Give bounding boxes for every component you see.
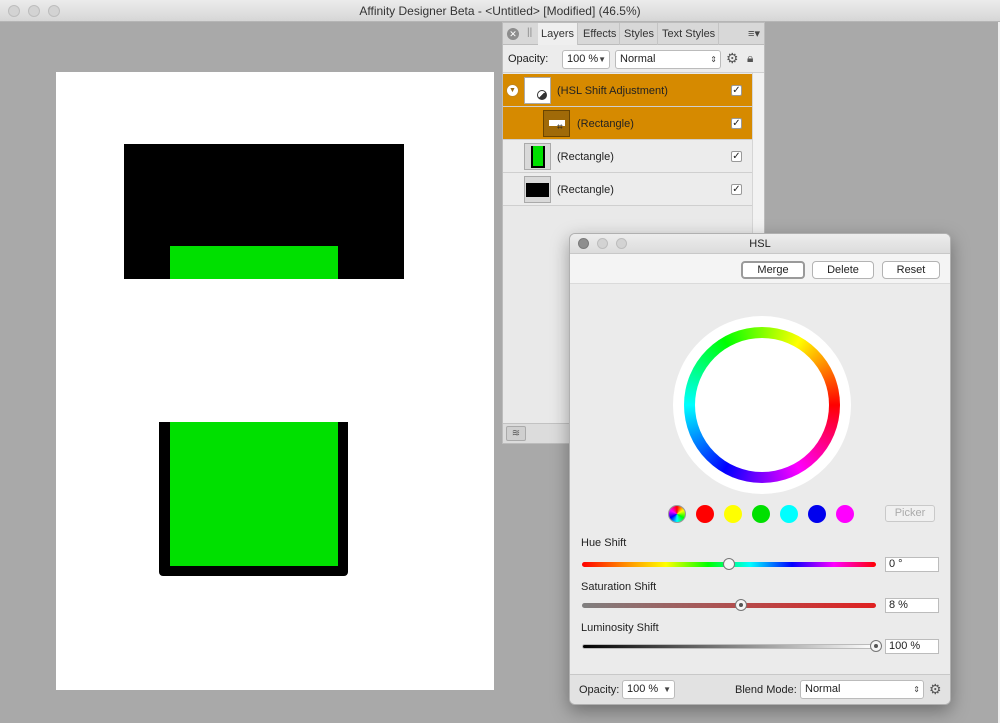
- saturation-shift-value[interactable]: 8 %: [885, 598, 939, 613]
- layer-row-rectangle-green[interactable]: (Rectangle) ✓: [503, 140, 752, 173]
- luminosity-shift-slider[interactable]: [582, 644, 876, 649]
- saturation-shift-knob[interactable]: [734, 599, 747, 611]
- opacity-select[interactable]: 100 % ▼: [562, 50, 610, 69]
- layers-icon[interactable]: ≋: [506, 426, 526, 441]
- luminosity-shift-label: Luminosity Shift: [581, 622, 659, 634]
- blend-mode-value: Normal: [620, 53, 656, 65]
- gear-icon[interactable]: ⚙: [726, 50, 739, 67]
- hsl-dialog: HSL Merge Delete Reset Picker Hue Shift …: [569, 233, 951, 705]
- rectangle-thumbnail: [524, 176, 551, 203]
- visibility-checkbox[interactable]: ✓: [731, 184, 742, 195]
- hue-wheel-center: [695, 338, 829, 472]
- layer-opacity-row: Opacity: 100 % ▼ Normal ⇕ ⚙ 🔒︎: [503, 45, 764, 73]
- grip-icon[interactable]: ||: [527, 27, 532, 38]
- lock-icon[interactable]: 🔒︎: [747, 51, 753, 66]
- hue-shift-value[interactable]: 0 °: [885, 557, 939, 572]
- master-hue-swatch[interactable]: [668, 505, 686, 523]
- knob-dot: [738, 603, 743, 607]
- luminosity-shift-knob[interactable]: [870, 640, 882, 652]
- visibility-checkbox[interactable]: ✓: [731, 151, 742, 162]
- green-swatch[interactable]: [752, 505, 770, 523]
- yellow-swatch[interactable]: [724, 505, 742, 523]
- crop-icon: ⌗: [557, 122, 563, 133]
- footer-blend-mode-value: Normal: [805, 683, 841, 695]
- opacity-value: 100 %: [567, 53, 599, 65]
- footer-opacity-select[interactable]: 100 % ▼: [622, 680, 675, 699]
- rectangle-thumbnail: [524, 143, 551, 170]
- footer-opacity-label: Opacity:: [579, 684, 620, 696]
- blend-mode-select[interactable]: Normal ⇕: [615, 50, 721, 69]
- layer-row-rectangle-black[interactable]: (Rectangle) ✓: [503, 173, 752, 206]
- footer-opacity-value: 100 %: [627, 683, 659, 695]
- thumbnail-shape: [526, 183, 549, 197]
- disclosure-triangle-icon[interactable]: ▼: [506, 84, 519, 97]
- adjustment-icon: [537, 90, 547, 100]
- blend-mode-label: Blend Mode:: [735, 684, 797, 696]
- layer-row-hsl[interactable]: ▼ (HSL Shift Adjustment) ✓: [503, 74, 752, 107]
- luminosity-shift-value[interactable]: 100 %: [885, 639, 939, 654]
- panel-menu-icon[interactable]: ≡▾: [748, 27, 760, 40]
- window-title: Affinity Designer Beta - <Untitled> [Mod…: [359, 4, 641, 18]
- green-rectangle-bottom[interactable]: [170, 422, 338, 566]
- layer-name: (Rectangle): [577, 118, 634, 130]
- hsl-titlebar: HSL: [570, 234, 950, 254]
- close-icon[interactable]: ✕: [507, 28, 519, 40]
- reset-button[interactable]: Reset: [882, 261, 940, 279]
- artboard[interactable]: [56, 72, 494, 690]
- hsl-button-bar: Merge Delete Reset: [570, 254, 950, 284]
- hue-color-wheel[interactable]: [684, 327, 840, 483]
- footer-blend-mode-select[interactable]: Normal ⇕: [800, 680, 924, 699]
- tab-text-styles[interactable]: Text Styles: [659, 23, 720, 45]
- saturation-shift-label: Saturation Shift: [581, 581, 657, 593]
- stepper-icon: ⇕: [913, 685, 920, 694]
- chevron-down-icon: ▼: [663, 685, 671, 694]
- hsl-title: HSL: [749, 238, 771, 250]
- picker-button[interactable]: Picker: [885, 505, 935, 522]
- delete-button[interactable]: Delete: [812, 261, 874, 279]
- thumbnail-shape-fill: [533, 146, 543, 166]
- tab-effects[interactable]: Effects: [580, 23, 621, 45]
- gear-icon[interactable]: ⚙: [929, 681, 942, 698]
- hue-shift-knob[interactable]: [723, 558, 735, 570]
- stepper-icon: ⇕: [710, 55, 717, 64]
- hue-shift-label: Hue Shift: [581, 537, 627, 549]
- tab-styles[interactable]: Styles: [621, 23, 658, 45]
- hue-wheel-frame: [673, 316, 851, 494]
- merge-button[interactable]: Merge: [741, 261, 805, 279]
- hsl-adjustment-thumbnail: [524, 77, 551, 104]
- visibility-checkbox[interactable]: ✓: [731, 118, 742, 129]
- chevron-down-icon: ▼: [598, 55, 606, 64]
- green-rectangle-top[interactable]: [170, 246, 338, 279]
- blue-swatch[interactable]: [808, 505, 826, 523]
- window-titlebar: Affinity Designer Beta - <Untitled> [Mod…: [0, 0, 1000, 22]
- layer-row-rectangle-child[interactable]: ⌗ (Rectangle) ✓: [503, 107, 752, 140]
- cyan-swatch[interactable]: [780, 505, 798, 523]
- hsl-footer: Opacity: 100 % ▼ Blend Mode: Normal ⇕ ⚙: [570, 674, 950, 704]
- layer-name: (HSL Shift Adjustment): [557, 85, 668, 97]
- rectangle-thumbnail: ⌗: [543, 110, 570, 137]
- thumbnail-shape: [531, 146, 545, 168]
- layer-name: (Rectangle): [557, 184, 614, 196]
- layer-name: (Rectangle): [557, 151, 614, 163]
- panel-tab-bar: ✕ || Layers Effects Styles Text Styles ≡…: [503, 23, 764, 45]
- tab-layers[interactable]: Layers: [538, 23, 579, 45]
- red-swatch[interactable]: [696, 505, 714, 523]
- opacity-label: Opacity:: [508, 53, 549, 65]
- visibility-checkbox[interactable]: ✓: [731, 85, 742, 96]
- magenta-swatch[interactable]: [836, 505, 854, 523]
- knob-dot: [874, 644, 878, 648]
- saturation-shift-slider[interactable]: [582, 603, 876, 608]
